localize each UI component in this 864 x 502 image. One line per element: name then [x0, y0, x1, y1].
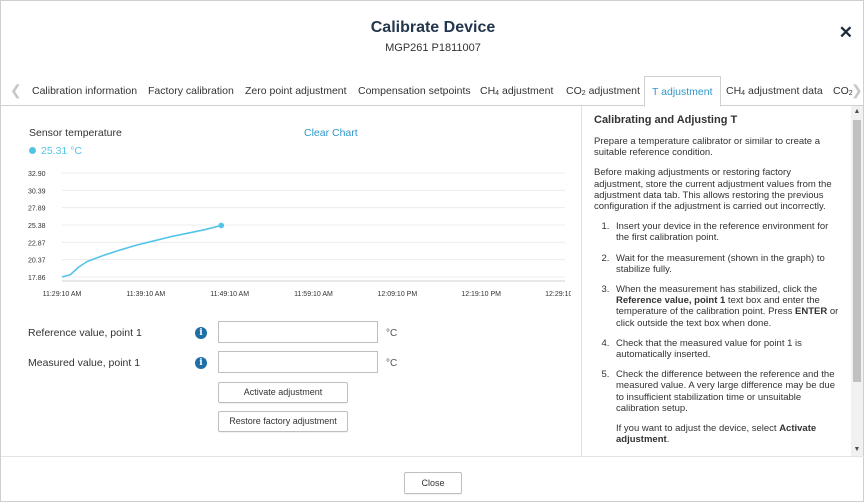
x-tick-label: 11:49:10 AM	[210, 291, 249, 298]
info-icon[interactable]: i	[195, 327, 207, 339]
series-dot-icon	[29, 147, 36, 154]
dialog-subtitle: MGP261 P1811007	[385, 42, 481, 54]
reference-label: Reference value, point 1	[28, 327, 142, 339]
help-panel: Calibrating and Adjusting T Prepare a te…	[581, 106, 851, 456]
x-tick-label: 12:09:10 PM	[377, 291, 417, 298]
y-tick-label: 32.90	[28, 171, 46, 178]
clear-chart-link[interactable]: Clear Chart	[304, 127, 358, 139]
x-tick-label: 11:29:10 AM	[43, 291, 82, 298]
tab-co2-partial[interactable]: CO2	[833, 76, 853, 106]
tab-zero-point-adjustment[interactable]: Zero point adjustment	[245, 76, 347, 106]
x-tick-label: 12:29:10 PM	[545, 291, 571, 298]
sensor-value: 25.31 °C	[29, 145, 82, 157]
reference-unit: °C	[386, 328, 398, 339]
scroll-up-icon[interactable]: ▲	[851, 106, 863, 118]
y-tick-label: 17.86	[28, 275, 46, 282]
tab-calibration-information[interactable]: Calibration information	[32, 76, 137, 106]
sensor-label: Sensor temperature	[29, 127, 122, 139]
scrollbar-thumb[interactable]	[853, 120, 861, 382]
sensor-value-text: 25.31 °C	[41, 145, 82, 157]
tab-scroll-left-icon[interactable]: ❮	[10, 82, 22, 99]
help-step-note: If you want to adjust the device, select…	[616, 423, 817, 446]
series-end-point	[218, 222, 225, 229]
temperature-chart: 32.90 30.39 27.89 25.38 22.87 20.37 17.86 11:29…	[28, 171, 571, 298]
y-tick-label: 22.87	[28, 240, 46, 247]
help-paragraph: Prepare a temperature calibrator or simi…	[594, 135, 820, 159]
help-steps: Insert your device in the reference envi…	[594, 221, 839, 445]
tab-factory-calibration[interactable]: Factory calibration	[148, 76, 234, 106]
scroll-down-icon[interactable]: ▼	[851, 444, 863, 456]
help-step: Check the difference between the referen…	[612, 369, 839, 445]
tab-compensation-setpoints[interactable]: Compensation setpoints	[358, 76, 471, 106]
tab-ch4-adjustment-data[interactable]: CH4 adjustment data	[726, 76, 823, 106]
x-tick-label: 11:39:10 AM	[126, 291, 165, 298]
y-tick-label: 30.39	[28, 188, 46, 195]
help-step: When the measurement has stabilized, cli…	[612, 284, 839, 329]
series-line	[61, 224, 222, 278]
restore-factory-adjustment-button[interactable]: Restore factory adjustment	[218, 411, 348, 432]
x-tick-label: 12:19:10 PM	[461, 291, 501, 298]
y-tick-label: 20.37	[28, 258, 46, 265]
reference-value-input[interactable]	[218, 321, 378, 343]
measured-label: Measured value, point 1	[28, 357, 141, 369]
calibrate-device-dialog: Calibrate Device MGP261 P1811007 ✕ ❮ Cal…	[0, 0, 864, 502]
tab-ch4-adjustment[interactable]: CH4 adjustment	[480, 76, 553, 106]
help-step: Insert your device in the reference envi…	[612, 221, 839, 243]
measured-value-input[interactable]	[218, 351, 378, 373]
chart-panel: Sensor temperature 25.31 °C Clear Chart …	[21, 121, 571, 301]
dialog-footer: Close	[1, 456, 864, 502]
tab-scroll-right-icon[interactable]: ❯	[851, 82, 863, 99]
help-step: Wait for the measurement (shown in the g…	[612, 253, 839, 275]
tab-bar: ❮ Calibration information Factory calibr…	[1, 76, 864, 107]
close-button[interactable]: Close	[404, 472, 462, 494]
activate-adjustment-button[interactable]: Activate adjustment	[218, 382, 348, 403]
tab-co2-adjustment[interactable]: CO2 adjustment	[566, 76, 640, 106]
help-scrollbar[interactable]: ▲ ▼	[851, 106, 863, 456]
dialog-title: Calibrate Device	[370, 19, 496, 36]
x-tick-label: 11:59:10 AM	[294, 291, 333, 298]
close-icon[interactable]: ✕	[839, 23, 853, 43]
tab-t-adjustment[interactable]: T adjustment	[644, 76, 721, 107]
y-tick-label: 25.38	[28, 223, 46, 230]
measured-unit: °C	[386, 358, 398, 369]
help-paragraph: Before making adjustments or restoring f…	[594, 167, 832, 212]
help-title: Calibrating and Adjusting T	[594, 114, 738, 126]
y-tick-label: 27.89	[28, 206, 46, 213]
help-step: Check that the measured value for point …	[612, 338, 839, 360]
info-icon[interactable]: i	[195, 357, 207, 369]
